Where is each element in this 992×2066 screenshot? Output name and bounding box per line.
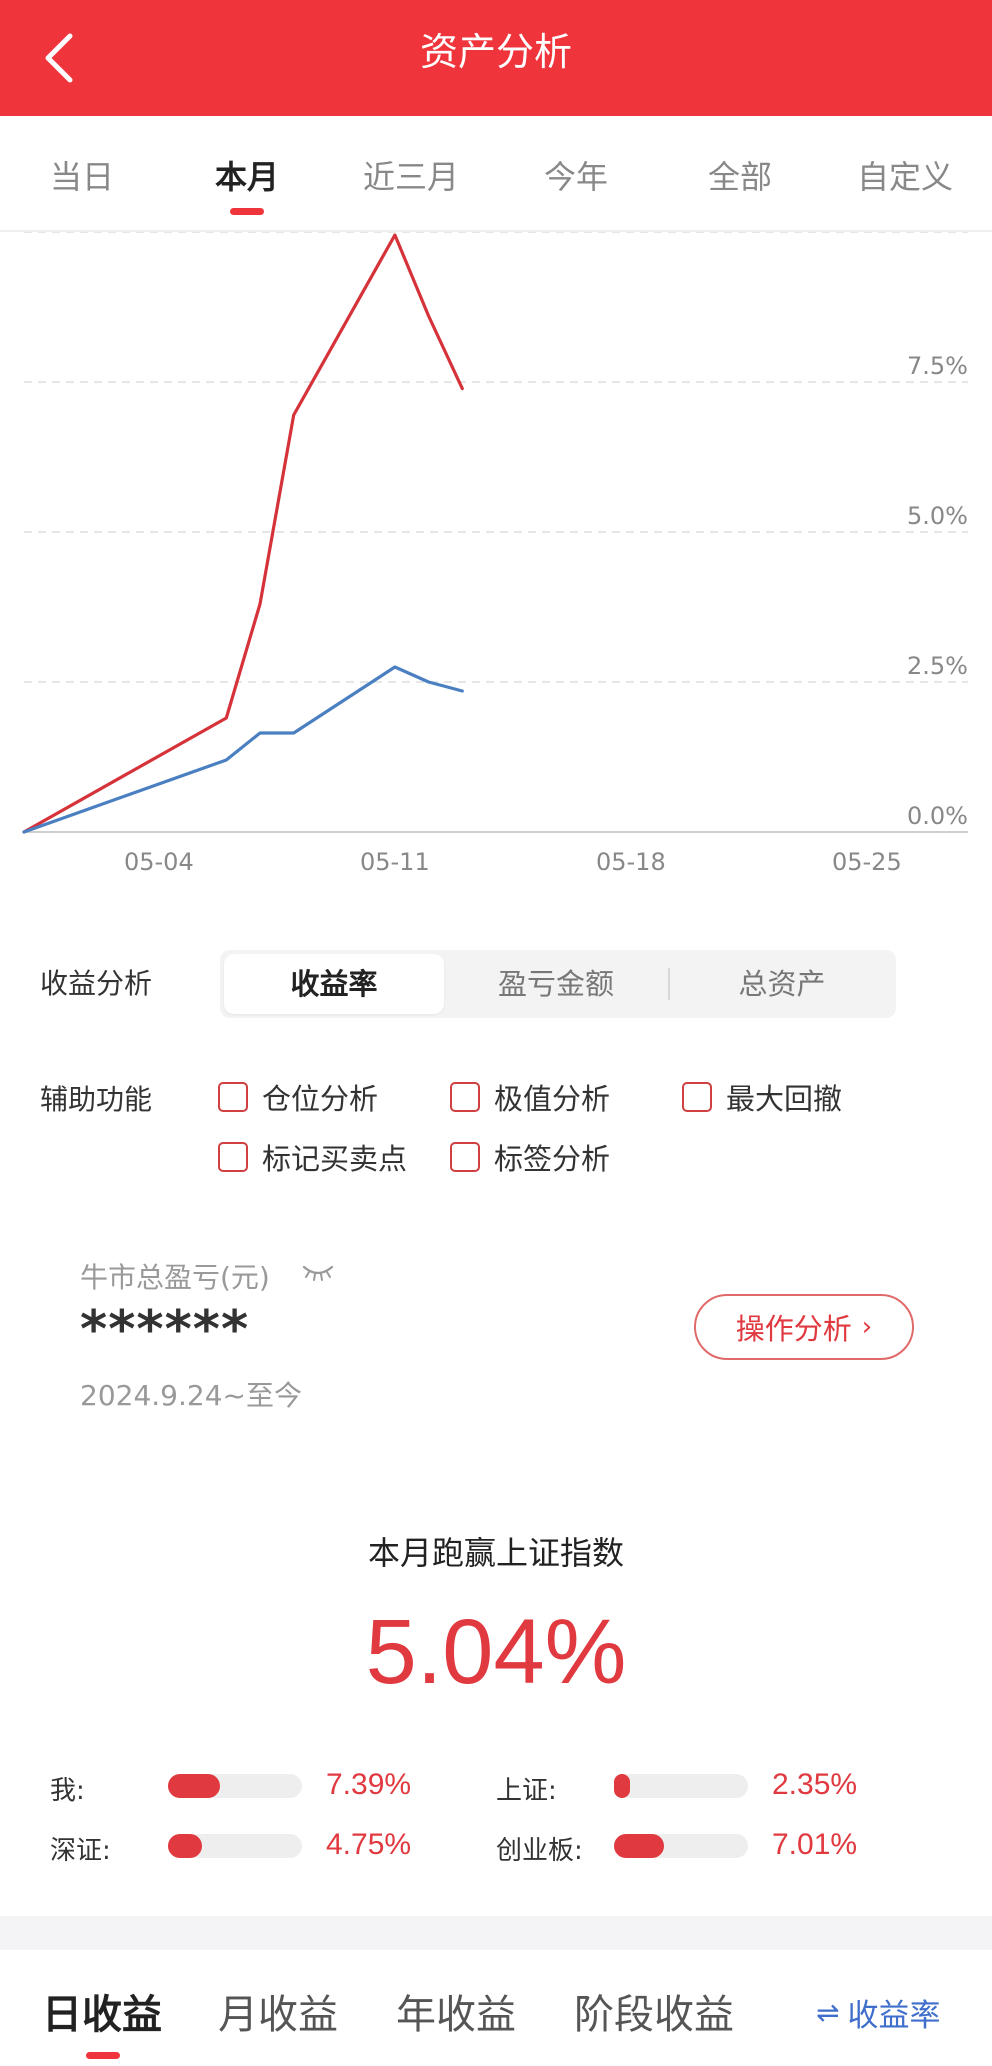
top-bar: 资产分析 [0,0,992,116]
compare-fill [168,1834,202,1858]
range-tabs: 当日 本月 近三月 今年 全部 自定义 [0,116,992,232]
bottom-tab-yearly[interactable]: 年收益 [396,1982,516,2040]
segment-divider [668,968,670,1000]
eye-closed-icon[interactable] [302,1262,334,1282]
checkbox-icon [682,1082,712,1112]
checkbox-label: 标签分析 [494,1142,611,1176]
bull-total-pnl-label: 牛市总盈亏(元) [80,1261,270,1294]
hidden-pnl-value: ****** [80,1300,250,1360]
y-tick-label: 2.5% [907,652,968,680]
checkbox-label: 极值分析 [494,1082,611,1116]
tab-this-year[interactable]: 今年 [544,152,608,198]
bottom-tab-daily[interactable]: 日收益 [42,1982,162,2040]
checkbox-icon [450,1142,480,1172]
checkbox-label: 仓位分析 [262,1082,379,1116]
analysis-label: 收益分析 [40,967,153,1000]
compare-value-me: 7.39% [326,1768,412,1801]
checkbox-icon [450,1082,480,1112]
x-tick-label: 05-18 [596,848,666,876]
checkbox-label: 标记买卖点 [262,1142,408,1176]
tab-today[interactable]: 当日 [50,152,114,198]
x-tick-label: 05-11 [360,848,430,876]
compare-fill [614,1834,664,1858]
compare-value-sse: 2.35% [772,1768,858,1801]
x-tick-label: 05-04 [124,848,194,876]
compare-bar-me [168,1774,302,1798]
y-tick-label: 7.5% [907,352,968,380]
compare-value-chinext: 7.01% [772,1828,858,1861]
series-line-1 [22,233,464,834]
chevron-right-icon: › [861,1312,873,1342]
beat-index-value: 5.04% [365,1601,627,1703]
checkbox-label: 最大回撤 [726,1082,843,1116]
segment-total-assets[interactable]: 总资产 [670,950,894,1018]
switch-label: 收益率 [847,1998,941,2034]
bottom-tab-monthly[interactable]: 月收益 [218,1982,338,2040]
tab-this-month[interactable]: 本月 [215,152,279,198]
checkbox-icon [218,1142,248,1172]
tab-all[interactable]: 全部 [708,152,772,198]
segment-pnl-amount[interactable]: 盈亏金额 [444,950,668,1018]
compare-fill [614,1774,631,1798]
checkbox-icon [218,1082,248,1112]
section-divider [0,1916,992,1950]
return-chart[interactable]: 0.0% 2.5% 5.0% 7.5% 05-04 05-11 05-18 05-25 [0,232,992,892]
compare-label-chinext: 创业板: [496,1836,583,1866]
compare-label-me: 我: [50,1776,85,1806]
x-tick-label: 05-25 [832,848,902,876]
return-rate-switch[interactable]: ⇌ 收益率 [816,1990,940,2035]
page-title: 资产分析 [419,30,572,74]
tab-three-months[interactable]: 近三月 [363,152,459,198]
checkbox-tag-analysis[interactable]: 标签分析 [450,1136,610,1178]
checkbox-max-drawdown[interactable]: 最大回撤 [682,1076,842,1118]
bottom-tab-stage[interactable]: 阶段收益 [574,1982,734,2040]
analysis-segment: 收益率 盈亏金额 总资产 [220,950,896,1018]
pnl-period: 2024.9.24~至今 [80,1379,302,1412]
series-line-2 [22,665,464,834]
operation-analysis-label: 操作分析 [735,1312,852,1346]
swap-icon: ⇌ [816,1996,840,2029]
segment-return-rate[interactable]: 收益率 [224,954,444,1014]
compare-label-sse: 上证: [496,1776,557,1806]
compare-bar-sse [614,1774,748,1798]
beat-index-title: 本月跑赢上证指数 [367,1534,624,1572]
operation-analysis-button[interactable]: 操作分析 › [694,1294,914,1360]
checkbox-position-analysis[interactable]: 仓位分析 [218,1076,378,1118]
compare-bar-chinext [614,1834,748,1858]
compare-bar-szse [168,1834,302,1858]
active-tab-indicator [230,208,264,215]
checkbox-extreme-analysis[interactable]: 极值分析 [450,1076,610,1118]
aux-label: 辅助功能 [40,1083,153,1116]
y-tick-label: 5.0% [907,502,968,530]
compare-value-szse: 4.75% [326,1828,412,1861]
y-tick-label: 0.0% [907,802,968,830]
bottom-tab-indicator [86,2052,120,2059]
tab-custom[interactable]: 自定义 [857,152,953,198]
compare-fill [168,1774,221,1798]
checkbox-trade-points[interactable]: 标记买卖点 [218,1136,407,1178]
compare-label-szse: 深证: [50,1836,111,1866]
